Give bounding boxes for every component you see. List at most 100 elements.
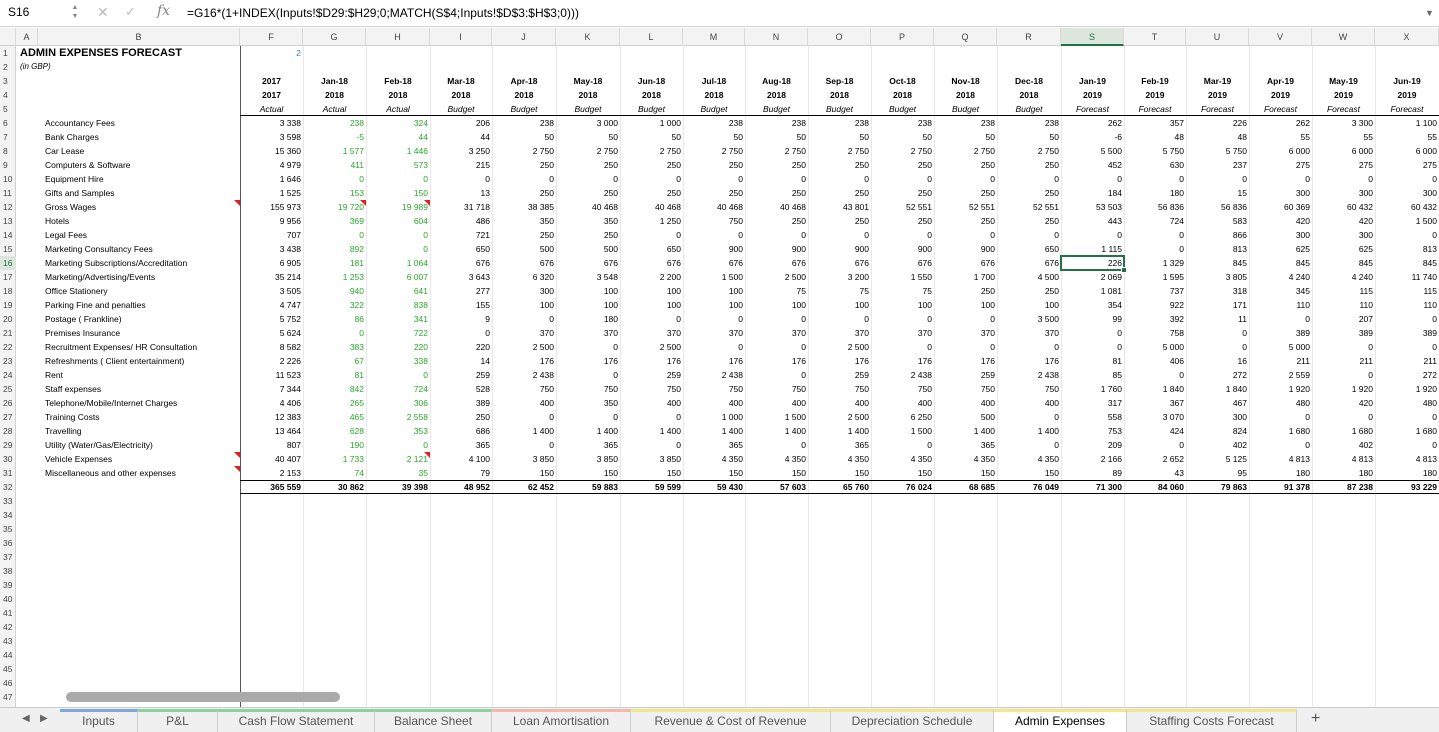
- table-cell[interactable]: 341: [366, 312, 430, 326]
- table-cell[interactable]: 150: [492, 466, 556, 480]
- table-cell[interactable]: 845: [1249, 256, 1312, 270]
- tab-staffing-costs-forecast[interactable]: Staffing Costs Forecast: [1127, 709, 1297, 732]
- spreadsheet-grid[interactable]: ADMIN EXPENSES FORECAST (in GBP) 2 2017 2017…: [16, 46, 1439, 707]
- table-cell[interactable]: 0: [1124, 242, 1186, 256]
- table-cell[interactable]: 56 836: [1124, 200, 1186, 214]
- table-cell[interactable]: 215: [430, 158, 492, 172]
- table-cell[interactable]: 0: [1124, 368, 1186, 382]
- row-header-35[interactable]: 35: [0, 522, 16, 536]
- table-cell[interactable]: 250: [620, 158, 683, 172]
- table-cell[interactable]: 171: [1186, 298, 1249, 312]
- table-cell[interactable]: 238: [492, 116, 556, 130]
- table-cell[interactable]: 753: [1061, 424, 1124, 438]
- table-cell[interactable]: 1 525: [240, 186, 303, 200]
- table-cell[interactable]: 558: [1061, 410, 1124, 424]
- row-header-7[interactable]: 7: [0, 130, 16, 144]
- table-cell[interactable]: 838: [366, 298, 430, 312]
- fill-handle[interactable]: [1121, 267, 1127, 273]
- table-cell[interactable]: 750: [871, 382, 934, 396]
- column-header-u[interactable]: U: [1186, 28, 1249, 46]
- row-header-16[interactable]: 16: [0, 256, 16, 270]
- total-cell[interactable]: 65 760: [808, 480, 871, 494]
- table-cell[interactable]: 2 750: [492, 144, 556, 158]
- table-cell[interactable]: 365: [556, 438, 620, 452]
- table-cell[interactable]: 40 468: [556, 200, 620, 214]
- table-cell[interactable]: 0: [492, 410, 556, 424]
- table-cell[interactable]: 2 438: [492, 368, 556, 382]
- table-cell[interactable]: 0: [1312, 368, 1375, 382]
- table-cell[interactable]: 1 700: [934, 270, 997, 284]
- table-cell[interactable]: 0: [1375, 340, 1439, 354]
- table-cell[interactable]: 1 646: [240, 172, 303, 186]
- table-cell[interactable]: 900: [745, 242, 808, 256]
- table-cell[interactable]: 3 850: [492, 452, 556, 466]
- table-cell[interactable]: 724: [366, 382, 430, 396]
- table-cell[interactable]: 250: [934, 284, 997, 298]
- table-cell[interactable]: 400: [934, 396, 997, 410]
- table-cell[interactable]: 0: [683, 312, 745, 326]
- table-cell[interactable]: 0: [997, 340, 1061, 354]
- total-cell[interactable]: 39 398: [366, 480, 430, 494]
- column-header-a[interactable]: A: [16, 28, 38, 46]
- table-cell[interactable]: 300: [1249, 186, 1312, 200]
- table-cell[interactable]: 300: [1375, 186, 1439, 200]
- table-cell[interactable]: 5 500: [1061, 144, 1124, 158]
- table-cell[interactable]: 238: [303, 116, 366, 130]
- table-cell[interactable]: 190: [303, 438, 366, 452]
- table-cell[interactable]: 176: [620, 354, 683, 368]
- table-cell[interactable]: 176: [997, 354, 1061, 368]
- table-cell[interactable]: 6 000: [1375, 144, 1439, 158]
- table-cell[interactable]: 100: [492, 298, 556, 312]
- table-cell[interactable]: 2 500: [620, 340, 683, 354]
- table-cell[interactable]: 0: [1312, 172, 1375, 186]
- table-cell[interactable]: 150: [808, 466, 871, 480]
- tab-loan-amortisation[interactable]: Loan Amortisation: [492, 709, 631, 732]
- table-cell[interactable]: 0: [303, 228, 366, 242]
- table-cell[interactable]: 1 100: [1375, 116, 1439, 130]
- table-cell[interactable]: 176: [808, 354, 871, 368]
- table-cell[interactable]: 722: [366, 326, 430, 340]
- table-cell[interactable]: 650: [997, 242, 1061, 256]
- table-cell[interactable]: 721: [430, 228, 492, 242]
- table-cell[interactable]: 6 000: [1312, 144, 1375, 158]
- table-cell[interactable]: 50: [871, 130, 934, 144]
- add-sheet-button[interactable]: +: [1311, 710, 1320, 728]
- table-cell[interactable]: 300: [1312, 186, 1375, 200]
- table-cell[interactable]: 2 438: [997, 368, 1061, 382]
- table-cell[interactable]: 2 750: [871, 144, 934, 158]
- table-cell[interactable]: 259: [430, 368, 492, 382]
- table-cell[interactable]: 250: [997, 214, 1061, 228]
- table-cell[interactable]: 55: [1312, 130, 1375, 144]
- table-cell[interactable]: 272: [1375, 368, 1439, 382]
- table-cell[interactable]: 5 750: [1186, 144, 1249, 158]
- table-cell[interactable]: 0: [808, 172, 871, 186]
- table-cell[interactable]: 1 400: [997, 424, 1061, 438]
- table-cell[interactable]: 6 000: [1249, 144, 1312, 158]
- table-cell[interactable]: 0: [556, 340, 620, 354]
- table-cell[interactable]: 238: [997, 116, 1061, 130]
- table-cell[interactable]: 100: [808, 298, 871, 312]
- column-header-f[interactable]: F: [240, 28, 303, 46]
- table-cell[interactable]: 44: [366, 130, 430, 144]
- table-cell[interactable]: 60 369: [1249, 200, 1312, 214]
- table-cell[interactable]: 9 956: [240, 214, 303, 228]
- table-cell[interactable]: 583: [1186, 214, 1249, 228]
- table-cell[interactable]: 50: [683, 130, 745, 144]
- table-cell[interactable]: 1 680: [1312, 424, 1375, 438]
- table-cell[interactable]: 1 550: [871, 270, 934, 284]
- column-header-o[interactable]: O: [808, 28, 871, 46]
- table-cell[interactable]: 15 360: [240, 144, 303, 158]
- table-cell[interactable]: 0: [1249, 410, 1312, 424]
- row-header-11[interactable]: 11: [0, 186, 16, 200]
- table-cell[interactable]: 50: [997, 130, 1061, 144]
- table-cell[interactable]: 750: [683, 214, 745, 228]
- total-cell[interactable]: 59 599: [620, 480, 683, 494]
- row-header-38[interactable]: 38: [0, 564, 16, 578]
- table-cell[interactable]: 940: [303, 284, 366, 298]
- table-cell[interactable]: 0: [366, 368, 430, 382]
- table-cell[interactable]: 845: [1312, 256, 1375, 270]
- table-cell[interactable]: 262: [1249, 116, 1312, 130]
- table-cell[interactable]: 5 752: [240, 312, 303, 326]
- table-cell[interactable]: 0: [745, 340, 808, 354]
- table-cell[interactable]: 900: [808, 242, 871, 256]
